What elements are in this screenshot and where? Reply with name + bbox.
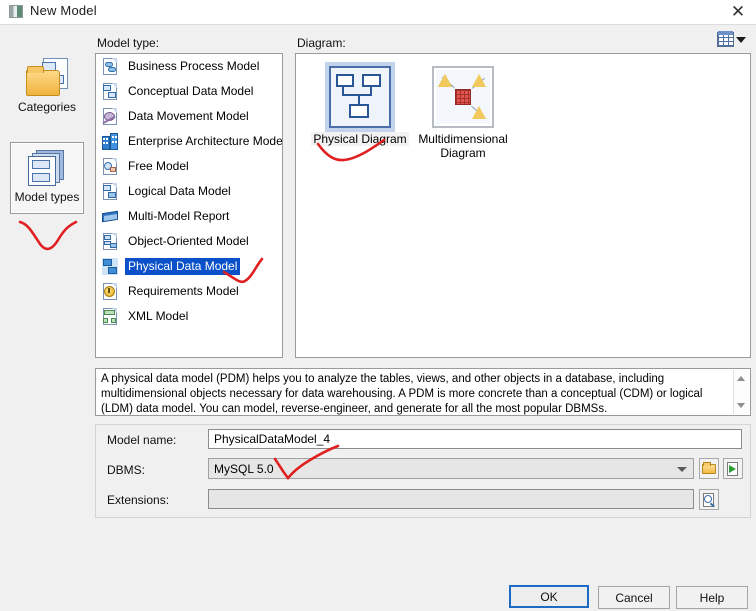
description-box: A physical data model (PDM) helps you to… <box>95 368 751 416</box>
data-movement-model-icon <box>101 107 119 126</box>
list-item-label: Free Model <box>128 159 189 173</box>
free-model-icon <box>101 157 119 176</box>
diagram-item-multidimensional-diagram[interactable]: Multidimensional Diagram <box>408 66 518 160</box>
list-item-label: Enterprise Architecture Model <box>128 134 283 148</box>
list-item-free-model[interactable]: Free Model <box>96 154 282 179</box>
list-item-physical-data-model[interactable]: Physical Data Model <box>96 254 282 279</box>
new-model-dialog: New Model ✕ Categories Model types Model… <box>0 0 756 611</box>
list-item-label: Business Process Model <box>128 59 260 73</box>
scroll-down-icon[interactable] <box>737 403 745 408</box>
dbms-select[interactable]: MySQL 5.0 <box>208 458 694 479</box>
cancel-button[interactable]: Cancel <box>598 586 670 609</box>
rail-item-categories[interactable]: Categories <box>10 53 84 125</box>
logical-data-model-icon <box>101 182 119 201</box>
dbms-browse-button[interactable] <box>699 458 719 479</box>
list-item-label: Conceptual Data Model <box>128 84 254 98</box>
list-item-requirements-model[interactable]: Requirements Model <box>96 279 282 304</box>
import-arrow-glyph <box>729 465 736 473</box>
extensions-edit-button[interactable] <box>699 489 719 510</box>
diagram-panel[interactable]: Physical Diagram Multidimensional Diagra… <box>295 53 751 358</box>
model-type-label: Model type: <box>97 36 160 50</box>
title-separator <box>0 24 756 25</box>
list-item-object-oriented-model[interactable]: Object-Oriented Model <box>96 229 282 254</box>
app-icon <box>9 5 23 18</box>
chevron-down-icon <box>677 467 687 472</box>
dbms-label: DBMS: <box>107 463 146 477</box>
rail-item-model-types-label: Model types <box>14 190 80 204</box>
enterprise-architecture-model-icon <box>101 132 119 151</box>
multi-model-report-icon <box>101 207 119 226</box>
list-item-enterprise-architecture-model[interactable]: Enterprise Architecture Model <box>96 129 282 154</box>
categories-icon <box>26 58 68 96</box>
folder-open-icon <box>702 462 716 474</box>
diagram-item-label: Multidimensional Diagram <box>418 132 508 160</box>
help-button[interactable]: Help <box>676 586 748 609</box>
ok-button[interactable]: OK <box>509 585 589 608</box>
list-item-label: Data Movement Model <box>128 109 249 123</box>
xml-model-icon <box>101 307 119 326</box>
model-types-icon <box>26 148 68 186</box>
title-bar: New Model ✕ <box>0 0 756 24</box>
requirements-model-icon <box>101 282 119 301</box>
list-item-logical-data-model[interactable]: Logical Data Model <box>96 179 282 204</box>
list-item-data-movement-model[interactable]: Data Movement Model <box>96 104 282 129</box>
list-item-multi-model-report[interactable]: Multi-Model Report <box>96 204 282 229</box>
object-oriented-model-icon <box>101 232 119 251</box>
model-type-listbox[interactable]: Business Process Model Conceptual Data M… <box>95 53 283 358</box>
business-process-model-icon <box>101 57 119 76</box>
conceptual-data-model-icon <box>101 82 119 101</box>
view-mode-button[interactable] <box>717 30 751 49</box>
list-item-business-process-model[interactable]: Business Process Model <box>96 54 282 79</box>
list-item-label: XML Model <box>128 309 189 323</box>
list-item-label: Object-Oriented Model <box>128 234 249 248</box>
view-mode-grid-icon <box>717 31 734 47</box>
model-name-label: Model name: <box>107 433 177 447</box>
rail-item-categories-label: Categories <box>17 100 77 114</box>
magnifier-glyph <box>704 495 712 503</box>
close-icon[interactable]: ✕ <box>728 2 748 22</box>
description-text: A physical data model (PDM) helps you to… <box>101 373 703 415</box>
dbms-value: MySQL 5.0 <box>214 462 274 476</box>
dbms-import-button[interactable] <box>723 458 743 479</box>
list-item-label: Requirements Model <box>128 284 239 298</box>
extensions-input[interactable] <box>208 489 694 509</box>
model-name-input[interactable]: PhysicalDataModel_4 <box>208 429 742 449</box>
diagram-label: Diagram: <box>297 36 346 50</box>
window-title: New Model <box>30 3 97 18</box>
list-item-label: Multi-Model Report <box>128 209 230 223</box>
diagram-item-physical-diagram[interactable]: Physical Diagram <box>305 62 415 146</box>
scroll-up-icon[interactable] <box>737 376 745 381</box>
physical-data-model-icon <box>101 257 119 276</box>
list-item-conceptual-data-model[interactable]: Conceptual Data Model <box>96 79 282 104</box>
list-item-label: Physical Data Model <box>125 258 241 275</box>
multidimensional-diagram-thumb <box>432 66 494 128</box>
extensions-label: Extensions: <box>107 493 170 507</box>
list-item-label: Logical Data Model <box>128 184 231 198</box>
physical-diagram-thumb <box>325 62 395 132</box>
rail-item-model-types[interactable]: Model types <box>10 142 84 214</box>
diagram-item-label: Physical Diagram <box>311 132 409 146</box>
description-scrollbar[interactable] <box>733 370 749 414</box>
chevron-down-icon <box>736 36 746 43</box>
left-rail: Categories Model types <box>0 25 94 585</box>
list-item-xml-model[interactable]: XML Model <box>96 304 282 329</box>
